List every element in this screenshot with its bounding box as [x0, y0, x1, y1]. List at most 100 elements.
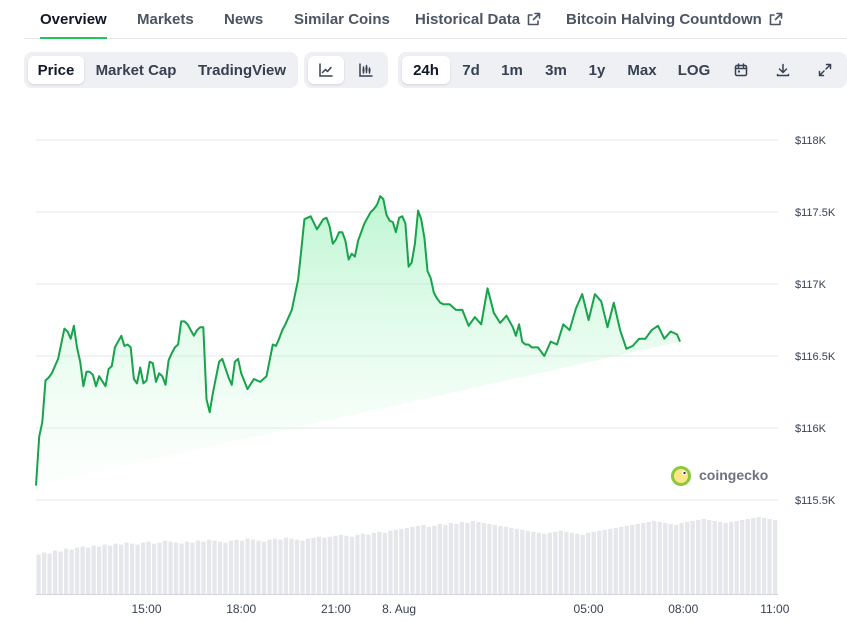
volume-bar: [107, 545, 113, 594]
volume-bar: [190, 542, 195, 594]
x-tick-label: 08:00: [668, 602, 698, 616]
volume-bar: [256, 540, 261, 594]
volume-bar: [498, 525, 503, 594]
volume-bar: [586, 532, 591, 594]
volume-bar: [63, 548, 69, 594]
volume-bar: [756, 517, 761, 594]
price-chart[interactable]: $118K $117.5K $117K $116.5K $116K $115.5K 15:…: [0, 0, 847, 622]
volume-bar: [162, 540, 168, 594]
volume-bar: [421, 524, 426, 594]
volume-bar: [316, 536, 322, 594]
volume-bar: [393, 529, 399, 594]
x-tick-label: 18:00: [226, 602, 256, 616]
volume-bar: [52, 550, 58, 594]
watermark-text: coingecko: [699, 467, 768, 483]
volume-bar: [102, 544, 107, 594]
x-tick-label: 05:00: [574, 602, 604, 616]
volume-bar: [448, 522, 454, 594]
volume-bar: [371, 532, 377, 594]
volume-bar: [503, 526, 508, 594]
volume-bar: [652, 520, 657, 594]
x-tick-label: 11:00: [760, 602, 789, 616]
volume-bar: [558, 530, 563, 594]
volume-bar: [608, 528, 613, 594]
volume-bar: [690, 520, 695, 594]
volume-bar: [492, 524, 497, 594]
volume-bar: [740, 519, 745, 594]
volume-bar: [36, 554, 41, 594]
y-tick-label: $115.5K: [795, 495, 836, 507]
volume-bar: [349, 536, 355, 594]
volume-bar: [635, 523, 640, 594]
volume-bar: [624, 525, 629, 594]
volume-bar: [344, 535, 349, 594]
volume-bar: [701, 518, 706, 594]
volume-bar: [569, 532, 574, 594]
volume-bar: [481, 522, 486, 594]
volume-bar: [641, 522, 646, 594]
volume-bar: [459, 521, 465, 594]
volume-bar: [707, 519, 712, 594]
volume-bar: [388, 530, 393, 594]
volume-bar: [536, 532, 541, 594]
volume-bar: [118, 544, 124, 594]
volume-bar: [591, 531, 596, 594]
volume-bar: [338, 534, 344, 594]
volume-bar: [113, 543, 118, 594]
volume-bar: [762, 517, 767, 594]
volume-bar: [575, 533, 580, 594]
volume-bar: [377, 531, 382, 594]
volume-bar: [443, 524, 448, 594]
volume-bar: [223, 542, 228, 594]
volume-bar: [630, 524, 635, 594]
volume-bar: [542, 533, 547, 594]
x-tick-label: 8. Aug: [382, 602, 416, 616]
volume-bar: [646, 521, 651, 594]
volume-bar: [217, 541, 223, 594]
volume-bar: [729, 521, 734, 594]
volume-bar: [613, 527, 618, 594]
volume-bar: [745, 518, 750, 594]
volume-bar: [283, 537, 289, 594]
y-tick-label: $118K: [795, 135, 827, 147]
volume-bar: [553, 531, 558, 594]
volume-bar: [564, 531, 569, 594]
volume-bar: [476, 521, 481, 594]
volume-bar: [487, 523, 492, 594]
volume-bar: [151, 543, 157, 594]
volume-bar: [267, 539, 272, 594]
volume-bar: [767, 518, 772, 594]
volume-bar: [250, 539, 256, 594]
volume-bar: [410, 526, 415, 594]
volume-bar: [432, 525, 437, 594]
volume-bar: [245, 538, 250, 594]
volume-bar: [657, 521, 662, 594]
x-tick-label: 21:00: [321, 602, 351, 616]
volume-bar: [751, 517, 756, 594]
volume-bar: [437, 523, 443, 594]
volume-bar: [696, 519, 701, 594]
volume-bar: [366, 534, 371, 594]
volume-bar: [531, 531, 536, 594]
volume-bar: [718, 521, 723, 594]
volume-bar: [261, 541, 267, 594]
gecko-logo-icon: [671, 466, 691, 486]
volume-bar: [399, 528, 404, 594]
volume-bar: [547, 532, 552, 594]
volume-bar: [179, 543, 184, 594]
volume-bar: [74, 547, 80, 594]
volume-bar: [234, 539, 239, 594]
volume-bar: [146, 541, 151, 594]
volume-bar: [41, 552, 47, 594]
volume-bar: [96, 546, 102, 594]
volume-bar: [212, 540, 217, 594]
volume-bar: [734, 520, 739, 594]
volume-bar: [201, 541, 206, 594]
volume-bar: [278, 539, 283, 594]
volume-bar: [404, 527, 410, 594]
volume-bar: [69, 549, 74, 594]
volume-bar: [239, 540, 245, 594]
volume-bar: [355, 534, 360, 594]
volume-bar: [124, 542, 129, 594]
volume-bar: [520, 529, 525, 594]
